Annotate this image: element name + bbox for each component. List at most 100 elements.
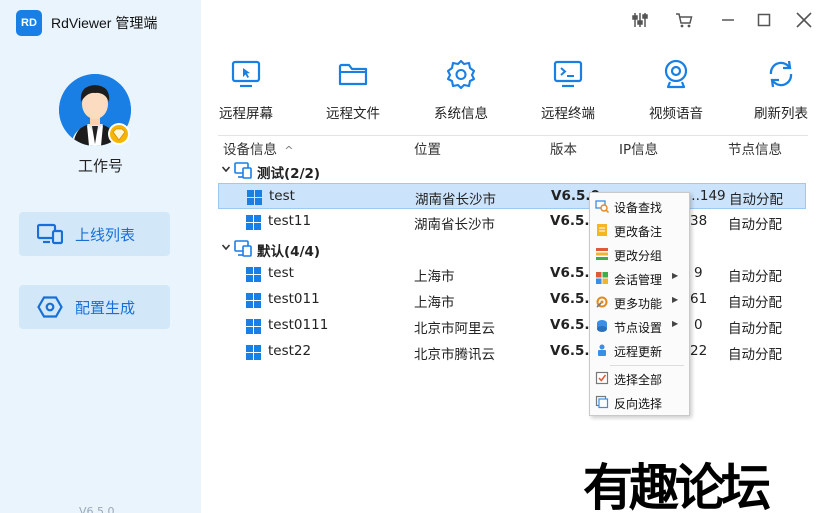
device-location: 湖南省长沙市	[414, 217, 495, 233]
menu-item-node-settings[interactable]: 节点设置 ▶	[590, 315, 689, 339]
device-location: 上海市	[414, 295, 455, 311]
device-ip: 22	[690, 343, 708, 359]
refresh-icon	[769, 60, 793, 88]
device-ip: 0	[694, 317, 703, 333]
sidebar-item-label: 上线列表	[75, 226, 136, 244]
table-row[interactable]: test11 湖南省长沙市 V6.5.0 38 自动分配	[218, 209, 806, 235]
tools-icon	[596, 296, 608, 308]
vip-badge-icon	[108, 123, 130, 145]
tuning-icon[interactable]	[630, 10, 650, 30]
column-header-location[interactable]: 位置	[414, 138, 441, 158]
version-footer: V6.5.0	[79, 505, 115, 513]
invert-select-icon	[595, 395, 609, 409]
menu-item-more-functions[interactable]: 更多功能 ▶	[590, 291, 689, 315]
group-row[interactable]: 测试(2/2)	[218, 158, 806, 184]
table-row[interactable]: test22 北京市腾讯云 V6.5.0 22 自动分配	[218, 339, 806, 365]
windows-icon	[246, 293, 261, 308]
monitor-list-icon	[37, 223, 63, 245]
username: 工作号	[77, 157, 123, 175]
toolbar-label: 远程文件	[326, 106, 380, 122]
menu-item-invert-select[interactable]: 反向选择	[590, 391, 689, 415]
device-location: 北京市腾讯云	[414, 347, 495, 363]
menu-item-edit-note[interactable]: 更改备注	[590, 219, 689, 243]
table-row[interactable]: test0111 北京市阿里云 V6.5.0 0 自动分配	[218, 313, 806, 339]
windows-icon	[246, 345, 261, 360]
table-row[interactable]: test 上海市 V6.5.0 9 自动分配	[218, 261, 806, 287]
table-row[interactable]: test 湖南省长沙市 V6.5.0 ...149 自动分配	[218, 183, 806, 209]
device-node: 自动分配	[729, 192, 783, 208]
menu-item-change-group[interactable]: 更改分组	[590, 243, 689, 267]
device-ip: 61	[690, 291, 708, 307]
device-name: test	[269, 188, 295, 204]
remote-terminal-button[interactable]: 远程终端	[518, 58, 618, 122]
select-all-icon	[595, 371, 609, 385]
toolbar-label: 远程终端	[541, 106, 595, 122]
toolbar-label: 远程屏幕	[219, 106, 273, 122]
remote-file-button[interactable]: 远程文件	[303, 58, 403, 122]
sidebar-item-config-build[interactable]: 配置生成	[19, 285, 170, 329]
update-icon	[598, 344, 606, 356]
close-icon[interactable]	[794, 10, 814, 30]
column-header-version[interactable]: 版本	[550, 138, 577, 158]
windows-icon	[246, 267, 261, 282]
device-ip: 38	[690, 213, 708, 229]
minimize-icon[interactable]	[718, 10, 738, 30]
context-menu: 设备查找 更改备注 更改分组 会话管理 ▶ 更多功能 ▶ 节点设置 ▶ 远程更新…	[589, 192, 690, 416]
toolbar-label: 刷新列表	[754, 106, 808, 122]
group-name: 默认(4/4)	[257, 244, 321, 260]
node-icon	[597, 320, 607, 332]
toolbar-label: 视频语音	[649, 106, 703, 122]
session-icon	[596, 272, 608, 284]
terminal-icon	[553, 60, 583, 88]
sort-ascending-icon: ^	[284, 144, 294, 157]
device-location: 湖南省长沙市	[415, 192, 496, 208]
device-ip: ...149	[687, 188, 726, 204]
device-name: test0111	[268, 317, 329, 333]
device-node: 自动分配	[728, 217, 782, 233]
gear-icon	[446, 59, 476, 90]
sidebar-item-label: 配置生成	[75, 299, 136, 317]
menu-item-select-all[interactable]: 选择全部	[590, 367, 689, 391]
search-device-icon	[595, 200, 609, 213]
device-node: 自动分配	[728, 269, 782, 285]
device-node: 自动分配	[728, 295, 782, 311]
hexagon-gear-icon	[37, 296, 63, 318]
windows-icon	[246, 215, 261, 230]
group-icon	[596, 248, 608, 260]
menu-item-remote-update[interactable]: 远程更新	[590, 339, 689, 363]
device-ip: 9	[694, 265, 703, 281]
menu-item-device-search[interactable]: 设备查找	[590, 195, 689, 219]
column-header-node[interactable]: 节点信息	[728, 138, 782, 158]
menu-item-session-management[interactable]: 会话管理 ▶	[590, 267, 689, 291]
table-header-divider	[218, 135, 808, 136]
watermark: 有趣论坛	[583, 458, 771, 513]
device-location: 上海市	[414, 269, 455, 285]
menu-separator	[610, 365, 684, 366]
device-node: 自动分配	[728, 347, 782, 363]
app-brand: RD RdViewer 管理端	[16, 10, 157, 36]
system-info-button[interactable]: 系统信息	[411, 58, 511, 122]
column-header-ip[interactable]: IP信息	[619, 138, 658, 158]
group-row[interactable]: 默认(4/4)	[218, 236, 806, 262]
submenu-arrow-icon: ▶	[672, 271, 679, 280]
app-logo: RD	[16, 10, 42, 36]
sidebar-item-online-list[interactable]: 上线列表	[19, 212, 170, 256]
table-row[interactable]: test011 上海市 V6.5.0 61 自动分配	[218, 287, 806, 313]
chevron-down-icon[interactable]	[221, 164, 231, 174]
chevron-down-icon[interactable]	[221, 242, 231, 252]
column-header-device[interactable]: 设备信息 ^	[223, 138, 294, 158]
group-name: 测试(2/2)	[257, 166, 321, 182]
video-voice-button[interactable]: 视频语音	[626, 58, 726, 122]
note-icon	[597, 224, 607, 236]
folder-icon	[338, 63, 368, 86]
cart-icon[interactable]	[674, 10, 694, 30]
maximize-icon[interactable]	[754, 10, 774, 30]
device-location: 北京市阿里云	[414, 321, 495, 337]
device-name: test	[268, 265, 294, 281]
remote-screen-button[interactable]: 远程屏幕	[196, 58, 296, 122]
refresh-list-button[interactable]: 刷新列表	[731, 58, 824, 122]
toolbar-label: 系统信息	[434, 106, 488, 122]
device-node: 自动分配	[728, 321, 782, 337]
device-name: test11	[268, 213, 312, 229]
webcam-icon	[664, 59, 688, 89]
